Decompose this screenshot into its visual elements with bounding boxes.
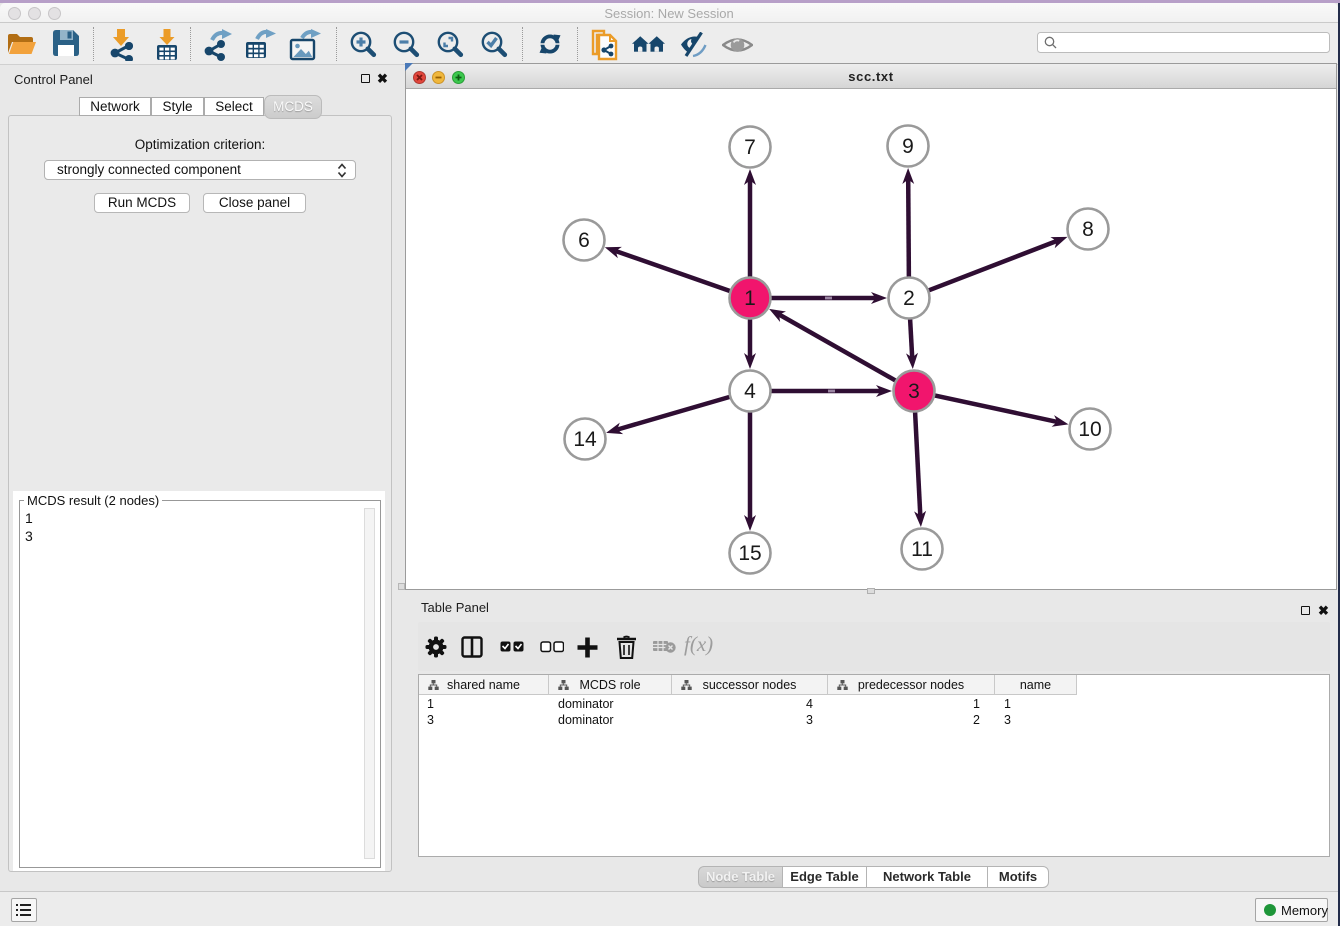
svg-text:7: 7 <box>744 136 756 159</box>
svg-text:9: 9 <box>902 135 914 158</box>
svg-text:4: 4 <box>744 380 756 403</box>
svg-text:11: 11 <box>911 538 933 561</box>
svg-text:2: 2 <box>903 287 915 310</box>
svg-text:10: 10 <box>1078 418 1101 441</box>
svg-text:6: 6 <box>578 229 590 252</box>
svg-text:3: 3 <box>908 380 920 403</box>
svg-text:8: 8 <box>1082 218 1094 241</box>
svg-text:14: 14 <box>573 428 597 451</box>
svg-text:1: 1 <box>744 287 756 310</box>
svg-text:15: 15 <box>738 542 761 565</box>
